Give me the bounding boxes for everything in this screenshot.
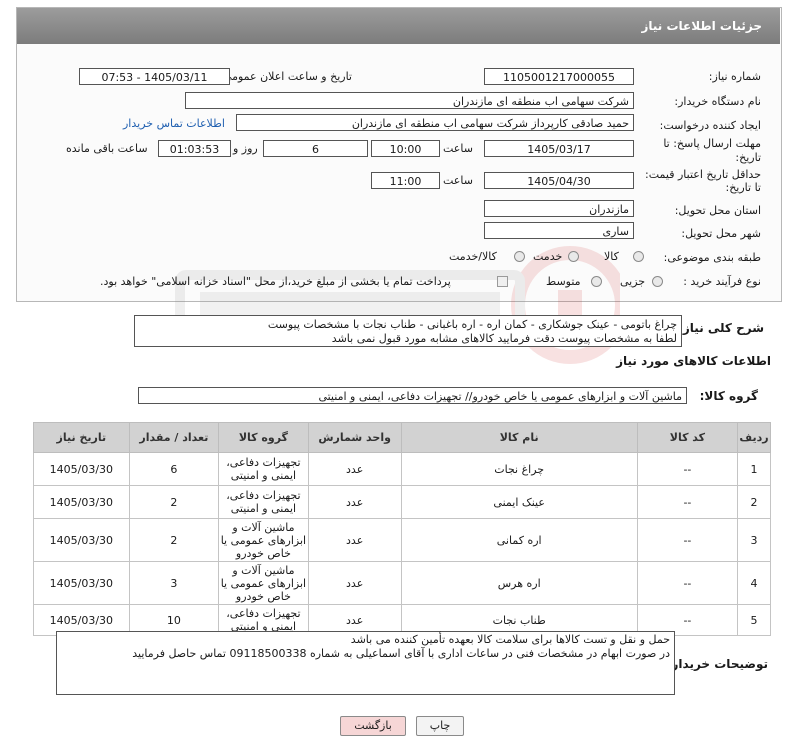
col-header-unit: واحد شمارش bbox=[307, 422, 402, 453]
treasury-payment-checkbox[interactable] bbox=[497, 276, 508, 287]
province-label: استان محل تحویل: bbox=[674, 204, 761, 217]
print-button[interactable]: چاپ bbox=[416, 716, 464, 736]
category-radio-goods-service[interactable] bbox=[514, 251, 525, 262]
description-label: شرح کلی نیاز: bbox=[678, 321, 764, 335]
cell-row-number: 2 bbox=[737, 485, 771, 519]
reply-time-field: 10:00 bbox=[371, 140, 440, 157]
cell-qty: 2 bbox=[128, 485, 220, 519]
cell-group: تجهیزات دفاعی، ایمنی و امنیتی bbox=[218, 452, 309, 486]
cell-unit: عدد bbox=[307, 485, 402, 519]
col-header-name: نام کالا bbox=[400, 422, 638, 453]
category-option-goods: کالا bbox=[604, 250, 619, 263]
price-validity-label-2: تا تاریخ: bbox=[725, 181, 761, 194]
reply-date-field: 1405/03/17 bbox=[484, 140, 634, 157]
buyer-contact-link[interactable]: اطلاعات تماس خریدار bbox=[123, 117, 225, 130]
requester-label: ایجاد کننده درخواست: bbox=[659, 119, 761, 132]
goods-info-title: اطلاعات کالاهای مورد نیاز bbox=[616, 354, 771, 368]
reply-time-label: ساعت bbox=[443, 142, 473, 155]
validity-date-field: 1405/04/30 bbox=[484, 172, 634, 189]
goods-group-field: ماشین آلات و ابزارهای عمومی یا خاص خودرو… bbox=[138, 387, 687, 404]
cell-name: اره هرس bbox=[400, 561, 638, 605]
cell-date: 1405/03/30 bbox=[33, 518, 130, 562]
cell-group: ماشین آلات و ابزارهای عمومی یا خاص خودرو bbox=[218, 518, 309, 562]
process-option-medium: متوسط bbox=[546, 275, 581, 288]
table-header-row: ردیف کد کالا نام کالا واحد شمارش گروه کا… bbox=[33, 422, 771, 453]
province-field: مازندران bbox=[484, 200, 634, 217]
buyer-notes-textarea[interactable]: حمل و نقل و تست کالاها برای سلامت کالا ب… bbox=[56, 631, 675, 695]
cell-unit: عدد bbox=[307, 561, 402, 605]
cell-code: -- bbox=[636, 485, 739, 519]
validity-time-label: ساعت bbox=[443, 174, 473, 187]
panel-header: جزئیات اطلاعات نیاز bbox=[17, 8, 780, 44]
need-number-field: 1105001217000055 bbox=[484, 68, 634, 85]
category-radio-goods[interactable] bbox=[633, 251, 644, 262]
cell-date: 1405/03/30 bbox=[33, 452, 130, 486]
treasury-payment-note: پرداخت تمام یا بخشی از مبلغ خرید،از محل … bbox=[100, 275, 451, 288]
col-header-date: تاریخ نیاز bbox=[33, 422, 130, 453]
description-line-1: چراغ باتومی - عینک جوشکاری - کمان اره - … bbox=[267, 318, 677, 331]
city-field: ساری bbox=[484, 222, 634, 239]
panel-title: جزئیات اطلاعات نیاز bbox=[641, 19, 762, 33]
cell-qty: 2 bbox=[128, 518, 220, 562]
cell-qty: 3 bbox=[128, 561, 220, 605]
days-label: روز و bbox=[233, 142, 258, 155]
col-header-qty: تعداد / مقدار bbox=[128, 422, 220, 453]
remaining-time-field: 01:03:53 bbox=[158, 140, 231, 157]
col-header-code: کد کالا bbox=[636, 422, 739, 453]
process-option-minor: جزیی bbox=[620, 275, 646, 288]
cell-name: چراغ نجات bbox=[400, 452, 638, 486]
remaining-days-field: 6 bbox=[263, 140, 368, 157]
reply-deadline-label-2: تاریخ: bbox=[735, 151, 761, 164]
cell-code: -- bbox=[636, 518, 739, 562]
col-header-group: گروه کالا bbox=[218, 422, 309, 453]
reply-deadline-label: مهلت ارسال پاسخ: تا bbox=[663, 137, 761, 150]
announce-datetime-field: 1405/03/11 - 07:53 bbox=[79, 68, 230, 85]
cell-code: -- bbox=[636, 452, 739, 486]
buyer-notes-line-1: حمل و نقل و تست کالاها برای سلامت کالا ب… bbox=[350, 633, 670, 646]
announce-label: تاریخ و ساعت اعلان عمومی: bbox=[219, 70, 352, 83]
cell-unit: عدد bbox=[307, 452, 402, 486]
back-button[interactable]: بازگشت bbox=[340, 716, 406, 736]
table-row: 3 -- اره کمانی عدد ماشین آلات و ابزارهای… bbox=[33, 518, 771, 562]
col-header-row: ردیف bbox=[737, 422, 771, 453]
buyer-org-field: شرکت سهامی اب منطقه ای مازندران bbox=[185, 92, 634, 109]
goods-group-label: گروه کالا: bbox=[699, 389, 758, 403]
cell-qty: 6 bbox=[128, 452, 220, 486]
buyer-notes-label: توضیحات خریدار: bbox=[666, 657, 768, 671]
table-row: 4 -- اره هرس عدد ماشین آلات و ابزارهای ع… bbox=[33, 561, 771, 605]
requester-field: حمید صادقی کارپرداز شرکت سهامی اب منطقه … bbox=[236, 114, 634, 131]
cell-date: 1405/03/30 bbox=[33, 485, 130, 519]
need-number-label: شماره نیاز: bbox=[708, 70, 761, 83]
process-radio-minor[interactable] bbox=[652, 276, 663, 287]
cell-date: 1405/03/30 bbox=[33, 561, 130, 605]
cell-group: ماشین آلات و ابزارهای عمومی یا خاص خودرو bbox=[218, 561, 309, 605]
buyer-org-label: نام دستگاه خریدار: bbox=[674, 95, 761, 108]
category-label: طبقه بندی موضوعی: bbox=[663, 251, 761, 264]
cell-row-number: 5 bbox=[737, 604, 771, 636]
price-validity-label: حداقل تاریخ اعتبار قیمت: bbox=[645, 168, 761, 181]
cell-row-number: 1 bbox=[737, 452, 771, 486]
process-radio-medium[interactable] bbox=[591, 276, 602, 287]
process-label: نوع فرآیند خرید : bbox=[683, 275, 761, 288]
table-row: 1 -- چراغ نجات عدد تجهیزات دفاعی، ایمنی … bbox=[33, 452, 771, 486]
cell-row-number: 4 bbox=[737, 561, 771, 605]
table-row: 2 -- عینک ایمنی عدد تجهیزات دفاعی، ایمنی… bbox=[33, 485, 771, 519]
buyer-notes-line-2: در صورت ابهام در مشخصات فنی در ساعات ادا… bbox=[132, 647, 670, 660]
cell-name: عینک ایمنی bbox=[400, 485, 638, 519]
city-label: شهر محل تحویل: bbox=[681, 227, 761, 240]
cell-name: اره کمانی bbox=[400, 518, 638, 562]
cell-code: -- bbox=[636, 561, 739, 605]
category-option-service: خدمت bbox=[533, 250, 563, 263]
remaining-label: ساعت باقی مانده bbox=[66, 142, 148, 155]
category-radio-service[interactable] bbox=[568, 251, 579, 262]
cell-row-number: 3 bbox=[737, 518, 771, 562]
cell-unit: عدد bbox=[307, 518, 402, 562]
cell-group: تجهیزات دفاعی، ایمنی و امنیتی bbox=[218, 485, 309, 519]
goods-table: ردیف کد کالا نام کالا واحد شمارش گروه کا… bbox=[33, 422, 771, 636]
validity-time-field: 11:00 bbox=[371, 172, 440, 189]
description-line-2: لطفا به مشخصات پیوست دقت فرمایید کالاهای… bbox=[331, 332, 677, 345]
category-option-goods-service: کالا/خدمت bbox=[449, 250, 497, 263]
description-textarea[interactable]: چراغ باتومی - عینک جوشکاری - کمان اره - … bbox=[134, 315, 682, 347]
